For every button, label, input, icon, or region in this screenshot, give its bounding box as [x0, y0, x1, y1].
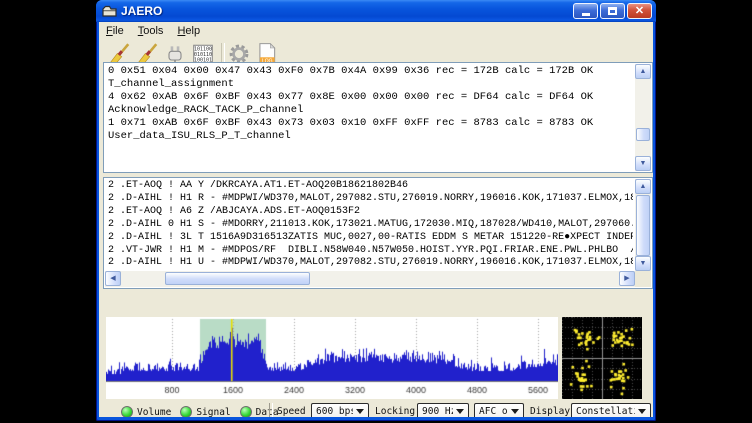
menu-tools[interactable]: Tools	[131, 23, 171, 39]
console-line: 2 .VT-JWR ! H1 M - #MDPOS/RF DIBLI.N58W0…	[108, 245, 633, 258]
speed-value: 600 bps	[316, 406, 353, 417]
signal-indicator: Signal	[180, 406, 230, 417]
scrollbar-thumb[interactable]	[165, 272, 310, 285]
horizontal-scrollbar[interactable]: ◀ ▶	[105, 271, 635, 287]
chevron-down-icon	[356, 409, 364, 414]
title-bar[interactable]: JAERO ✕	[96, 0, 656, 22]
app-icon	[102, 4, 117, 18]
signal-led	[180, 406, 192, 417]
screen: JAERO ✕ File Tools Help	[0, 0, 752, 423]
vertical-scrollbar[interactable]: ▲ ▼	[635, 64, 651, 171]
scroll-up-button[interactable]: ▲	[635, 64, 651, 79]
console-line: 0 0x51 0x04 0x00 0x47 0x43 0xF0 0x7B 0x4…	[108, 65, 633, 78]
scrollbar-corner	[635, 271, 651, 287]
close-icon: ✕	[635, 6, 644, 17]
console-line: Acknowledge_RACK_TACK_P_channel	[108, 104, 633, 117]
console-line: 2 .ET-AOQ ! A6 Z /ABJCAYA.ADS.ET-AOQ0153…	[108, 206, 633, 219]
console-line: 2 .D-AIHL 0 H1 S - #MDORRY,211013.KOK,17…	[108, 219, 633, 232]
message-console[interactable]: 2 .ET-AOQ ! AA Y /DKRCAYA.AT1.ET-AOQ20B1…	[103, 177, 653, 289]
volume-led	[121, 406, 133, 417]
spectrum-display[interactable]	[106, 317, 558, 399]
scrollbar-thumb[interactable]	[636, 195, 650, 256]
chevron-down-icon	[638, 409, 646, 414]
chevron-down-icon	[511, 409, 519, 414]
close-button[interactable]: ✕	[627, 3, 652, 19]
display-label: Display	[530, 406, 570, 417]
scroll-up-button[interactable]: ▲	[635, 179, 651, 194]
scroll-left-button[interactable]: ◀	[105, 271, 121, 286]
constellation-display	[562, 317, 642, 399]
menu-bar: File Tools Help	[99, 22, 653, 40]
speed-label: Speed	[277, 406, 306, 417]
locking-select[interactable]: 900 Hz	[417, 403, 469, 417]
window-title: JAERO	[121, 4, 571, 18]
volume-led-label: Volume	[137, 407, 171, 418]
maximize-button[interactable]	[600, 3, 625, 19]
scroll-down-button[interactable]: ▼	[635, 156, 651, 171]
console-line: T_channel_assignment	[108, 78, 633, 91]
scroll-right-button[interactable]: ▶	[619, 271, 635, 286]
signal-led-label: Signal	[196, 407, 230, 418]
maximize-icon	[608, 7, 617, 15]
menu-file[interactable]: File	[99, 23, 131, 39]
minimize-button[interactable]	[573, 3, 598, 19]
controls-row: Volume Signal Data Speed 600 bps	[99, 403, 653, 417]
volume-indicator: Volume	[121, 406, 171, 417]
controls-separator	[269, 403, 273, 417]
client-area: File Tools Help	[99, 22, 653, 417]
console-line: 4 0x62 0xAB 0x6F 0xBF 0x43 0x77 0x8E 0x0…	[108, 91, 633, 104]
message-console-text: 2 .ET-AOQ ! AA Y /DKRCAYA.AT1.ET-AOQ20B1…	[108, 180, 633, 271]
console-line: 2 .D-AIHL ! H1 U - #MDPWI/WD370,MALOT,29…	[108, 257, 633, 270]
console-line: 2 .D-AIHL ! H1 R - #MDPWI/WD370,MALOT,29…	[108, 193, 633, 206]
scroll-down-button[interactable]: ▼	[635, 256, 651, 271]
hex-console[interactable]: 0 0x51 0x04 0x00 0x47 0x43 0xF0 0x7B 0x4…	[103, 62, 653, 173]
chevron-down-icon	[456, 409, 464, 414]
hex-console-text: 0 0x51 0x04 0x00 0x47 0x43 0xF0 0x7B 0x4…	[108, 65, 633, 170]
data-led	[240, 406, 252, 417]
minimize-icon	[582, 13, 590, 16]
constellation-canvas	[562, 317, 642, 399]
afc-select[interactable]: AFC on	[474, 403, 524, 417]
jaero-window: JAERO ✕ File Tools Help	[96, 0, 656, 421]
spectrum-canvas[interactable]	[106, 317, 558, 399]
menu-help[interactable]: Help	[170, 23, 207, 39]
vertical-scrollbar[interactable]: ▲ ▼	[635, 179, 651, 271]
afc-value: AFC on	[479, 406, 508, 417]
locking-label: Locking	[375, 406, 415, 417]
scrollbar-thumb[interactable]	[636, 128, 650, 141]
display-value: Constellation	[576, 406, 635, 417]
speed-select[interactable]: 600 bps	[311, 403, 369, 417]
led-indicators: Volume Signal Data	[121, 403, 279, 417]
console-line: 2 .ET-AOQ ! AA Y /DKRCAYA.AT1.ET-AOQ20B1…	[108, 180, 633, 193]
locking-value: 900 Hz	[422, 406, 453, 417]
console-line: 1 0x71 0xAB 0x6F 0xBF 0x43 0x73 0x03 0x1…	[108, 117, 633, 130]
display-select[interactable]: Constellation	[571, 403, 651, 417]
console-line: User_data_ISU_RLS_P_T_channel	[108, 130, 633, 143]
console-line: 2 .D-AIHL ! 3L T 1516A9D316513ZATIS MUC,…	[108, 232, 633, 245]
data-led-label: Data	[256, 407, 279, 418]
